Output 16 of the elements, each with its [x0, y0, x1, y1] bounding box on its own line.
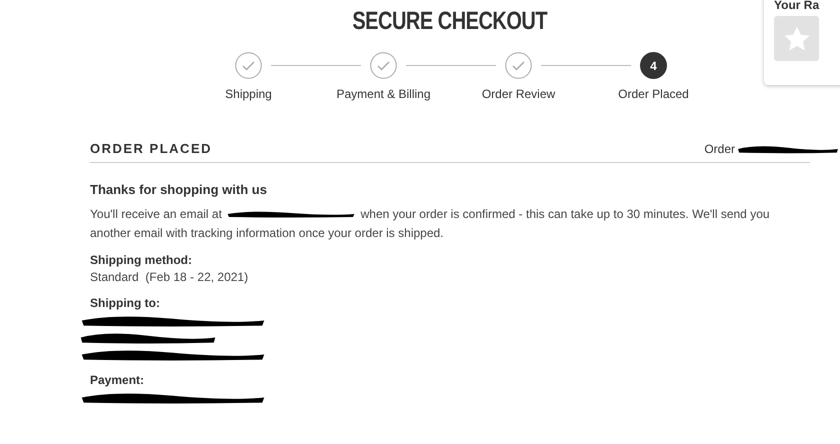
- detail-label: Shipping method:: [90, 252, 193, 268]
- step-number: 4: [640, 52, 667, 79]
- step-label: Shipping: [225, 86, 272, 103]
- thanks-heading: Thanks for shopping with us: [90, 181, 268, 199]
- detail-value: Standard (Feb 18 - 22, 2021): [90, 268, 250, 286]
- step-label: Payment & Billing: [336, 86, 431, 103]
- detail-label: Payment:: [90, 372, 146, 388]
- detail-label: Shipping to:: [90, 294, 161, 312]
- step-label: Order Placed: [618, 86, 689, 103]
- order-number-label: Order: [704, 140, 735, 158]
- page-title: SECURE CHECKOUT: [352, 6, 548, 36]
- confirmation-message: You'll receive an email at when your order is confirmed - this can take up to 30 minutes. We'll send you another email with tracking information once your order is shipped.: [90, 206, 771, 242]
- star-tile[interactable]: [774, 16, 819, 61]
- panel-label: Your Ra: [774, 0, 820, 14]
- step-label: Order Review: [482, 86, 556, 103]
- section-heading: ORDER PLACED: [90, 140, 212, 158]
